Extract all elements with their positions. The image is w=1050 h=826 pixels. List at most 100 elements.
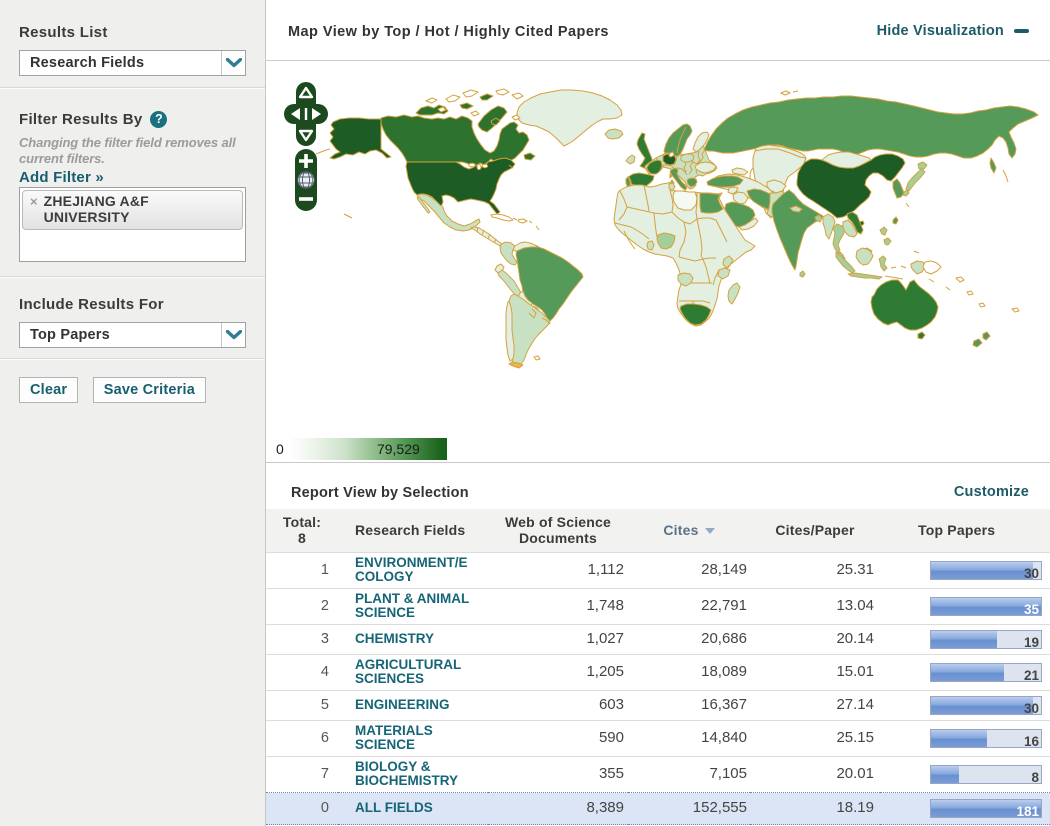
filter-note: Changing the filter field removes all cu…	[19, 135, 236, 166]
row-cites: 16,367	[628, 690, 750, 721]
row-top-papers: 181	[880, 792, 1050, 825]
row-cites-per-paper: 27.14	[750, 690, 880, 721]
country-honshu	[905, 168, 926, 192]
inner-border	[900, 265, 907, 269]
country-arctic-island-d	[470, 110, 480, 117]
country-solomon-islands	[955, 276, 965, 283]
row-docs: 355	[488, 756, 628, 793]
map-zoom-control[interactable]	[295, 149, 317, 211]
row-field: MATERIALS SCIENCE	[338, 720, 488, 757]
country-sumatra	[835, 251, 856, 274]
inner-border	[512, 217, 518, 221]
row-rank: 2	[266, 588, 338, 625]
actions-section: Clear Save Criteria	[0, 360, 265, 403]
chevron-zone	[221, 51, 245, 75]
inner-border	[928, 278, 935, 283]
row-cites: 18,089	[628, 654, 750, 691]
field-link[interactable]: CHEMISTRY	[355, 632, 434, 646]
row-cites: 7,105	[628, 756, 750, 793]
col-research-fields[interactable]: Research Fields	[338, 509, 488, 553]
hide-visualization-label: Hide Visualization	[876, 23, 1004, 39]
country-iceland	[604, 128, 624, 140]
country-hispaniola	[517, 218, 528, 224]
report-row: 4 AGRICULTURAL SCIENCES 1,205 18,089 15.01 21	[266, 654, 1050, 691]
map-header: Map View by Top / Hot / Highly Cited Pap…	[266, 0, 1050, 61]
add-filter-link[interactable]: Add Filter »	[19, 169, 104, 186]
country-central-america	[470, 226, 504, 247]
filter-heading: Filter Results By	[19, 111, 143, 128]
clear-button[interactable]: Clear	[19, 377, 79, 403]
country-fiji	[1011, 307, 1020, 313]
map-pan-control[interactable]	[284, 82, 328, 146]
country-philippines-mindanao	[883, 237, 892, 246]
top-papers-bar: 30	[930, 695, 1042, 716]
country-taiwan	[892, 216, 899, 225]
country-korea	[892, 178, 905, 199]
country-caucasus	[731, 167, 749, 176]
field-link[interactable]: MATERIALS SCIENCE	[355, 724, 475, 752]
results-list-select[interactable]: Research Fields	[19, 50, 246, 76]
field-link[interactable]: ENGINEERING	[355, 698, 450, 712]
country-newfoundland	[523, 152, 536, 161]
inner-border	[890, 266, 897, 269]
row-top-papers: 30	[880, 690, 1050, 721]
top-papers-bar-fill	[931, 729, 988, 747]
include-value: Top Papers	[30, 327, 110, 343]
country-kyushu	[902, 189, 910, 197]
country-island-6	[459, 102, 474, 110]
top-papers-value: 30	[1023, 565, 1039, 581]
minus-icon	[1014, 29, 1029, 33]
country-ireland	[625, 154, 636, 165]
lake-michigan	[476, 163, 482, 171]
country-australia	[870, 279, 939, 331]
top-papers-bar-fill	[931, 696, 1034, 714]
row-top-papers: 16	[880, 720, 1050, 757]
country-nz-south-island	[972, 338, 983, 348]
inner-border	[792, 90, 799, 93]
country-scandinavia	[663, 123, 693, 157]
row-docs: 603	[488, 690, 628, 721]
col-top-papers[interactable]: Top Papers	[880, 509, 1050, 553]
country-colombia	[499, 241, 518, 266]
row-rank: 1	[266, 552, 338, 589]
top-papers-bar: 8	[930, 764, 1042, 785]
save-criteria-button[interactable]: Save Criteria	[92, 377, 206, 403]
top-papers-bar-fill	[931, 561, 1034, 579]
col-wos-documents[interactable]: Web of Science Documents	[488, 509, 628, 553]
field-link[interactable]: ALL FIELDS	[355, 801, 433, 815]
remove-filter-icon[interactable]: ×	[30, 194, 38, 210]
row-top-papers: 35	[880, 588, 1050, 625]
inner-border	[945, 286, 951, 291]
country-poland	[680, 153, 695, 163]
inner-border	[535, 225, 540, 231]
row-field: ENVIRONMENT/ECOLOGY	[338, 552, 488, 589]
country-hokkaido	[917, 161, 928, 170]
help-icon[interactable]: ?	[150, 110, 168, 128]
field-link[interactable]: ENVIRONMENT/ECOLOGY	[355, 556, 475, 584]
country-qe-island-1	[445, 94, 461, 103]
row-rank: 4	[266, 654, 338, 691]
filter-chip[interactable]: × ZHEJIANG A&F UNIVERSITY	[22, 190, 243, 230]
report-table-header-row: Total: 8 Research Fields Web of Science D…	[266, 509, 1050, 553]
col-cites[interactable]: Cites	[628, 509, 750, 553]
country-philippines-luzon	[879, 226, 888, 236]
report-row: 3 CHEMISTRY 1,027 20,686 20.14 19	[266, 624, 1050, 655]
row-rank: 6	[266, 720, 338, 757]
field-link[interactable]: PLANT & ANIMAL SCIENCE	[355, 592, 475, 620]
customize-link[interactable]: Customize	[954, 484, 1029, 500]
hide-visualization-link[interactable]: Hide Visualization	[877, 23, 1029, 39]
pan-center-bar	[304, 108, 308, 120]
field-link[interactable]: AGRICULTURAL SCIENCES	[355, 658, 475, 686]
include-select[interactable]: Top Papers	[19, 322, 246, 348]
inner-border	[884, 275, 904, 280]
globe-icon[interactable]	[297, 171, 315, 189]
top-papers-bar-fill	[931, 765, 959, 783]
legend-gradient: 79,529	[288, 438, 447, 460]
lake-superior	[468, 162, 476, 168]
col-cites-per-paper[interactable]: Cites/Paper	[750, 509, 880, 553]
row-rank: 5	[266, 690, 338, 721]
row-field: ENGINEERING	[338, 690, 488, 721]
field-link[interactable]: BIOLOGY & BIOCHEMISTRY	[355, 760, 475, 788]
row-field: AGRICULTURAL SCIENCES	[338, 654, 488, 691]
main-content: Map View by Top / Hot / Highly Cited Pap…	[266, 0, 1050, 826]
